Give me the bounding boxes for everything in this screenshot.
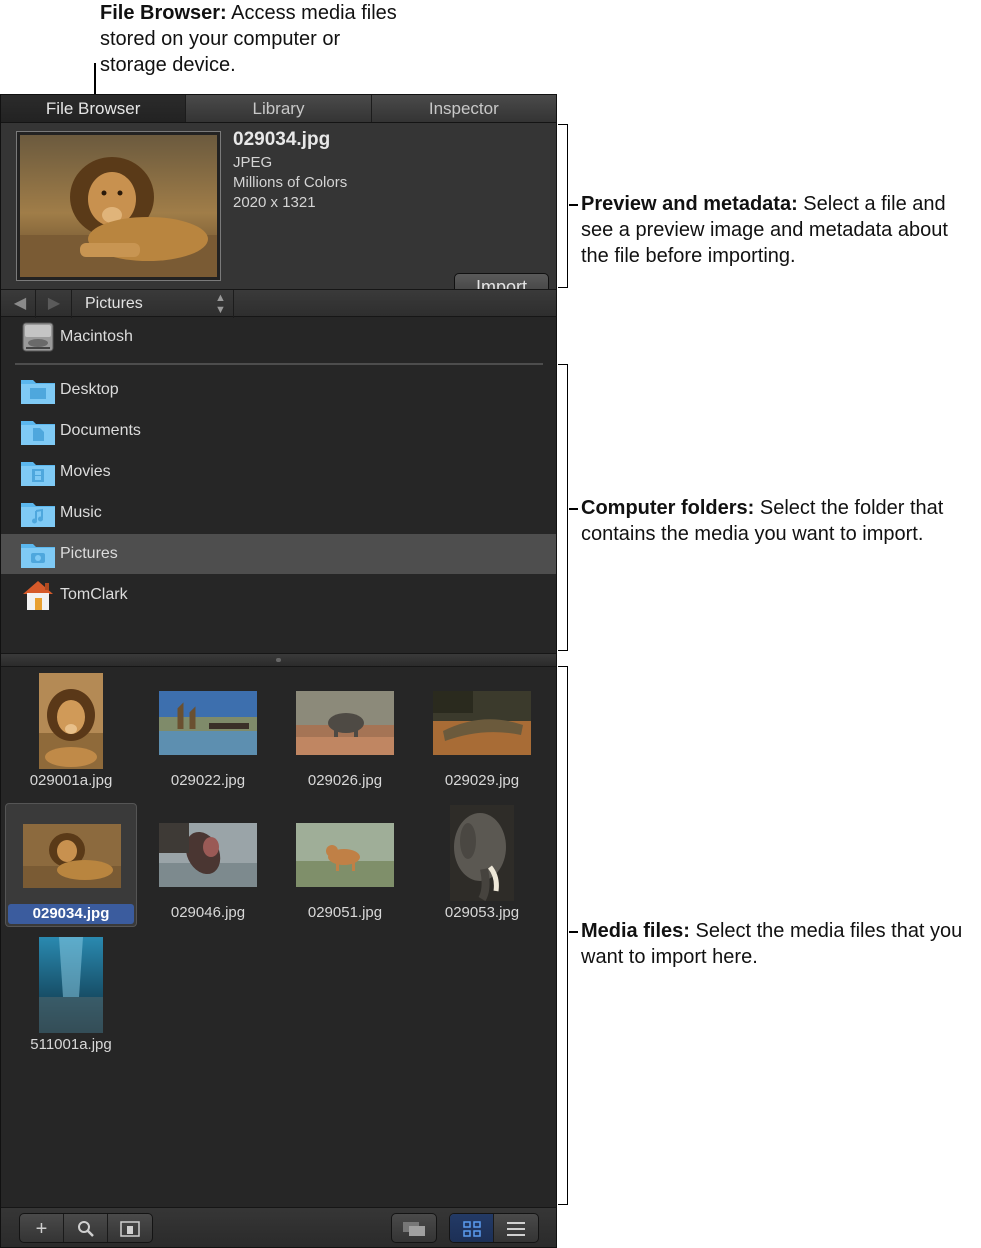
- media-item[interactable]: 029026.jpg: [279, 671, 411, 795]
- preview-colors: Millions of Colors: [233, 174, 348, 191]
- path-bar: ◀ ▶ Pictures ▲ ▼: [1, 289, 556, 318]
- preview-format: JPEG: [233, 154, 273, 171]
- media-filename: 029022.jpg: [170, 772, 246, 789]
- tab-file-browser[interactable]: File Browser: [1, 95, 187, 122]
- media-grid: 029001a.jpg 029022.jpg 029026.jpg 029029…: [1, 667, 556, 1207]
- thumbnail-image: [159, 691, 257, 755]
- preview-filename: 029034.jpg: [233, 129, 331, 150]
- thumbnail-image: [296, 691, 394, 755]
- thumbnail-image: [23, 824, 121, 888]
- chevron-updown-icon[interactable]: ▲ ▼: [215, 292, 226, 316]
- folder-label: Desktop: [60, 381, 119, 398]
- list-view-icon[interactable]: [494, 1214, 538, 1242]
- callout-title: File Browser:: [100, 2, 227, 24]
- location-popup[interactable]: Pictures: [85, 290, 143, 318]
- view-button-group: [449, 1213, 539, 1243]
- splitter-handle-icon[interactable]: [276, 658, 281, 662]
- folder-movies[interactable]: Movies: [1, 452, 556, 492]
- source-macintosh[interactable]: Macintosh: [1, 317, 556, 357]
- left-button-group: +: [19, 1213, 153, 1243]
- preview-dimensions: 2020 x 1321: [233, 194, 316, 211]
- folder-label: Movies: [60, 463, 111, 480]
- separator: [71, 290, 72, 318]
- media-item[interactable]: 511001a.jpg: [5, 935, 137, 1059]
- forward-arrow-icon[interactable]: ▶: [39, 293, 69, 315]
- tab-inspector[interactable]: Inspector: [372, 95, 556, 122]
- folder-label: Music: [60, 504, 102, 521]
- callout-leader: [569, 204, 578, 206]
- hard-drive-icon: [20, 321, 56, 353]
- source-label: Macintosh: [60, 328, 133, 345]
- movies-folder-icon: [20, 456, 56, 488]
- folder-music[interactable]: Music: [1, 493, 556, 533]
- bottom-toolbar: +: [1, 1207, 556, 1247]
- preview-area: 029034.jpg JPEG Millions of Colors 2020 …: [1, 123, 556, 302]
- search-icon[interactable]: [64, 1214, 108, 1242]
- file-browser-callout: File Browser: Access media files stored …: [100, 0, 400, 78]
- tab-library[interactable]: Library: [186, 95, 372, 122]
- media-filename: 029029.jpg: [444, 772, 520, 789]
- folder-label: TomClark: [60, 586, 128, 603]
- folders-bracket: [558, 364, 568, 651]
- thumbnail-image: [39, 673, 103, 769]
- preview-bracket: [558, 124, 568, 288]
- preview-icon[interactable]: [108, 1214, 152, 1242]
- home-icon: [20, 579, 56, 611]
- folder-documents[interactable]: Documents: [1, 411, 556, 451]
- media-filename: 029046.jpg: [170, 904, 246, 921]
- documents-folder-icon: [20, 415, 56, 447]
- add-icon[interactable]: +: [20, 1214, 64, 1242]
- sources-list: Macintosh: [1, 317, 556, 365]
- pictures-folder-icon: [20, 538, 56, 570]
- stack-icon[interactable]: [392, 1214, 436, 1242]
- thumbnail-image: [39, 937, 103, 1033]
- media-bracket: [558, 666, 568, 1205]
- folders-callout: Computer folders: Select the folder that…: [581, 495, 976, 547]
- callout-title: Preview and metadata:: [581, 193, 798, 215]
- folder-desktop[interactable]: Desktop: [1, 370, 556, 410]
- callout-title: Computer folders:: [581, 497, 755, 519]
- thumbnail-image: [433, 691, 531, 755]
- separator: [233, 290, 234, 318]
- media-item[interactable]: 029051.jpg: [279, 803, 411, 927]
- callout-leader: [94, 63, 96, 95]
- grid-view-icon[interactable]: [450, 1214, 494, 1242]
- separator: [35, 290, 36, 318]
- desktop-folder-icon: [20, 374, 56, 406]
- sources-divider: [15, 363, 543, 365]
- thumbnail-image: [296, 823, 394, 887]
- media-filename: 029034.jpg: [8, 904, 134, 924]
- thumbnail-image: [450, 805, 514, 902]
- thumbnail-image: [159, 823, 257, 887]
- folder-home[interactable]: TomClark: [1, 575, 556, 615]
- media-item[interactable]: 029046.jpg: [142, 803, 274, 927]
- back-arrow-icon[interactable]: ◀: [5, 293, 35, 315]
- media-item[interactable]: 029053.jpg: [416, 803, 548, 927]
- music-folder-icon: [20, 497, 56, 529]
- preview-image: [16, 131, 221, 281]
- media-filename: 029051.jpg: [307, 904, 383, 921]
- file-browser-panel: File Browser Library Inspector 029034.jp…: [0, 94, 557, 1248]
- media-filename: 029001a.jpg: [29, 772, 113, 789]
- media-item[interactable]: 029034.jpg: [5, 803, 137, 927]
- pane-splitter[interactable]: [1, 653, 556, 667]
- media-filename: 029053.jpg: [444, 904, 520, 921]
- callout-leader: [569, 931, 578, 933]
- preview-callout: Preview and metadata: Select a file and …: [581, 191, 976, 269]
- folder-label: Pictures: [60, 545, 118, 562]
- folder-label: Documents: [60, 422, 141, 439]
- media-item[interactable]: 029029.jpg: [416, 671, 548, 795]
- media-filename: 511001a.jpg: [30, 1036, 112, 1053]
- media-filename: 029026.jpg: [307, 772, 383, 789]
- stack-button-group: [391, 1213, 437, 1243]
- tab-bar: File Browser Library Inspector: [1, 95, 556, 123]
- folder-pictures[interactable]: Pictures: [1, 534, 556, 574]
- media-callout: Media files: Select the media files that…: [581, 918, 976, 970]
- metadata: 029034.jpg JPEG Millions of Colors 2020 …: [233, 127, 347, 213]
- callout-leader: [569, 508, 578, 510]
- media-item[interactable]: 029022.jpg: [142, 671, 274, 795]
- media-item[interactable]: 029001a.jpg: [5, 671, 137, 795]
- callout-title: Media files:: [581, 920, 690, 942]
